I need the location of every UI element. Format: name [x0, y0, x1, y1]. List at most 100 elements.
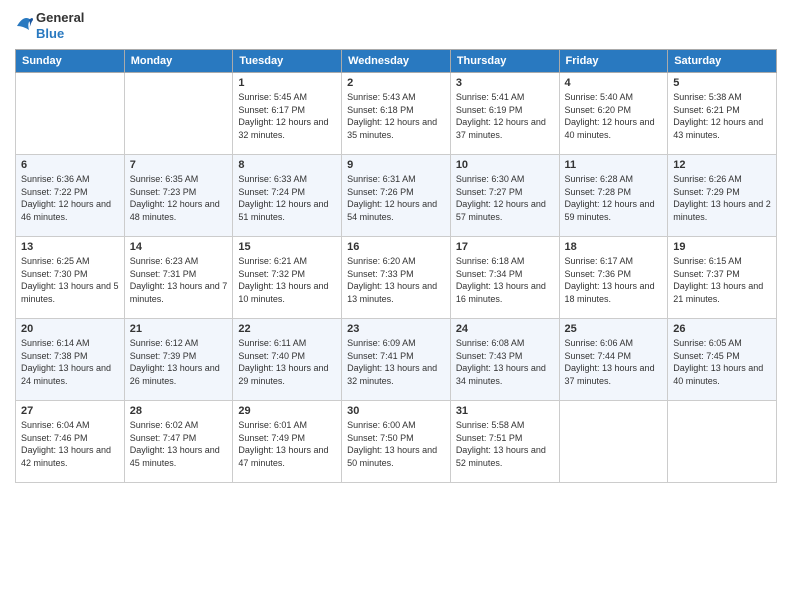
day-info: Sunrise: 6:30 AMSunset: 7:27 PMDaylight:… — [456, 173, 554, 223]
logo: General Blue — [15, 10, 84, 41]
calendar-cell: 3 Sunrise: 5:41 AMSunset: 6:19 PMDaylight… — [450, 73, 559, 155]
day-number: 24 — [456, 323, 554, 335]
logo-general: General — [36, 10, 84, 26]
calendar-table: SundayMondayTuesdayWednesdayThursdayFrid… — [15, 49, 777, 483]
day-number: 22 — [238, 323, 336, 335]
day-info: Sunrise: 6:26 AMSunset: 7:29 PMDaylight:… — [673, 173, 771, 223]
day-number: 5 — [673, 77, 771, 89]
day-info: Sunrise: 6:35 AMSunset: 7:23 PMDaylight:… — [130, 173, 228, 223]
calendar-cell: 16Sunrise: 6:20 AMSunset: 7:33 PMDayligh… — [342, 237, 451, 319]
logo-bird-icon — [15, 12, 33, 40]
day-number: 11 — [565, 159, 663, 171]
calendar-cell: 14 Sunrise: 6:23 AMSunset: 7:31 PMDayligh… — [124, 237, 233, 319]
calendar-cell: 5 Sunrise: 5:38 AMSunset: 6:21 PMDaylight… — [668, 73, 777, 155]
calendar-cell: 19 Sunrise: 6:15 AMSunset: 7:37 PMDayligh… — [668, 237, 777, 319]
header: General Blue — [15, 10, 777, 41]
day-number: 14 — [130, 241, 228, 253]
day-number: 18 — [565, 241, 663, 253]
day-info: Sunrise: 6:08 AMSunset: 7:43 PMDaylight:… — [456, 337, 554, 387]
day-number: 6 — [21, 159, 119, 171]
calendar-cell — [16, 73, 125, 155]
day-number: 9 — [347, 159, 445, 171]
calendar-cell: 18Sunrise: 6:17 AMSunset: 7:36 PMDayligh… — [559, 237, 668, 319]
calendar-week-3: 13Sunrise: 6:25 AMSunset: 7:30 PMDayligh… — [16, 237, 777, 319]
day-info: Sunrise: 6:06 AMSunset: 7:44 PMDaylight:… — [565, 337, 663, 387]
day-number: 17 — [456, 241, 554, 253]
day-number: 2 — [347, 77, 445, 89]
day-info: Sunrise: 6:01 AMSunset: 7:49 PMDaylight:… — [238, 419, 336, 469]
calendar-cell: 22 Sunrise: 6:11 AMSunset: 7:40 PMDayligh… — [233, 319, 342, 401]
calendar-cell: 30Sunrise: 6:00 AMSunset: 7:50 PMDayligh… — [342, 401, 451, 483]
day-info: Sunrise: 6:36 AMSunset: 7:22 PMDaylight:… — [21, 173, 119, 223]
day-number: 25 — [565, 323, 663, 335]
calendar-header-monday: Monday — [124, 50, 233, 73]
calendar-week-4: 20 Sunrise: 6:14 AMSunset: 7:38 PMDayligh… — [16, 319, 777, 401]
day-info: Sunrise: 6:31 AMSunset: 7:26 PMDaylight:… — [347, 173, 445, 223]
day-number: 4 — [565, 77, 663, 89]
calendar-header-friday: Friday — [559, 50, 668, 73]
day-info: Sunrise: 6:04 AMSunset: 7:46 PMDaylight:… — [21, 419, 119, 469]
calendar-header-saturday: Saturday — [668, 50, 777, 73]
calendar-cell: 26 Sunrise: 6:05 AMSunset: 7:45 PMDayligh… — [668, 319, 777, 401]
calendar-cell — [668, 401, 777, 483]
calendar-cell: 29 Sunrise: 6:01 AMSunset: 7:49 PMDayligh… — [233, 401, 342, 483]
day-info: Sunrise: 6:15 AMSunset: 7:37 PMDaylight:… — [673, 255, 771, 305]
day-info: Sunrise: 6:20 AMSunset: 7:33 PMDaylight:… — [347, 255, 445, 305]
calendar-cell: 27 Sunrise: 6:04 AMSunset: 7:46 PMDayligh… — [16, 401, 125, 483]
day-number: 13 — [21, 241, 119, 253]
calendar-cell: 10 Sunrise: 6:30 AMSunset: 7:27 PMDayligh… — [450, 155, 559, 237]
day-number: 7 — [130, 159, 228, 171]
calendar-header-sunday: Sunday — [16, 50, 125, 73]
day-number: 23 — [347, 323, 445, 335]
calendar-week-5: 27 Sunrise: 6:04 AMSunset: 7:46 PMDayligh… — [16, 401, 777, 483]
day-info: Sunrise: 6:11 AMSunset: 7:40 PMDaylight:… — [238, 337, 336, 387]
calendar-cell: 31Sunrise: 5:58 AMSunset: 7:51 PMDayligh… — [450, 401, 559, 483]
day-number: 12 — [673, 159, 771, 171]
day-info: Sunrise: 5:38 AMSunset: 6:21 PMDaylight:… — [673, 91, 771, 141]
calendar-cell: 20 Sunrise: 6:14 AMSunset: 7:38 PMDayligh… — [16, 319, 125, 401]
day-info: Sunrise: 6:33 AMSunset: 7:24 PMDaylight:… — [238, 173, 336, 223]
calendar-cell: 8 Sunrise: 6:33 AMSunset: 7:24 PMDaylight… — [233, 155, 342, 237]
calendar-cell: 1 Sunrise: 5:45 AMSunset: 6:17 PMDaylight… — [233, 73, 342, 155]
day-info: Sunrise: 6:28 AMSunset: 7:28 PMDaylight:… — [565, 173, 663, 223]
calendar-header-tuesday: Tuesday — [233, 50, 342, 73]
calendar-cell: 25 Sunrise: 6:06 AMSunset: 7:44 PMDayligh… — [559, 319, 668, 401]
calendar-header-row: SundayMondayTuesdayWednesdayThursdayFrid… — [16, 50, 777, 73]
day-info: Sunrise: 5:41 AMSunset: 6:19 PMDaylight:… — [456, 91, 554, 141]
calendar-cell: 21Sunrise: 6:12 AMSunset: 7:39 PMDayligh… — [124, 319, 233, 401]
calendar-cell: 28Sunrise: 6:02 AMSunset: 7:47 PMDayligh… — [124, 401, 233, 483]
day-number: 26 — [673, 323, 771, 335]
day-number: 31 — [456, 405, 554, 417]
day-info: Sunrise: 5:43 AMSunset: 6:18 PMDaylight:… — [347, 91, 445, 141]
day-info: Sunrise: 5:45 AMSunset: 6:17 PMDaylight:… — [238, 91, 336, 141]
day-info: Sunrise: 5:40 AMSunset: 6:20 PMDaylight:… — [565, 91, 663, 141]
day-info: Sunrise: 6:14 AMSunset: 7:38 PMDaylight:… — [21, 337, 119, 387]
day-info: Sunrise: 6:18 AMSunset: 7:34 PMDaylight:… — [456, 255, 554, 305]
calendar-week-2: 6 Sunrise: 6:36 AMSunset: 7:22 PMDaylight… — [16, 155, 777, 237]
page: General Blue SundayMondayTuesdayWednesda… — [0, 0, 792, 612]
day-number: 10 — [456, 159, 554, 171]
calendar-cell — [124, 73, 233, 155]
calendar-cell: 13Sunrise: 6:25 AMSunset: 7:30 PMDayligh… — [16, 237, 125, 319]
day-info: Sunrise: 6:05 AMSunset: 7:45 PMDaylight:… — [673, 337, 771, 387]
day-number: 8 — [238, 159, 336, 171]
day-number: 27 — [21, 405, 119, 417]
calendar-cell: 23 Sunrise: 6:09 AMSunset: 7:41 PMDayligh… — [342, 319, 451, 401]
day-number: 1 — [238, 77, 336, 89]
calendar-cell — [559, 401, 668, 483]
day-number: 29 — [238, 405, 336, 417]
calendar-header-thursday: Thursday — [450, 50, 559, 73]
calendar-cell: 7 Sunrise: 6:35 AMSunset: 7:23 PMDaylight… — [124, 155, 233, 237]
calendar-cell: 11 Sunrise: 6:28 AMSunset: 7:28 PMDayligh… — [559, 155, 668, 237]
day-info: Sunrise: 6:09 AMSunset: 7:41 PMDaylight:… — [347, 337, 445, 387]
day-number: 21 — [130, 323, 228, 335]
day-info: Sunrise: 6:23 AMSunset: 7:31 PMDaylight:… — [130, 255, 228, 305]
calendar-week-1: 1 Sunrise: 5:45 AMSunset: 6:17 PMDaylight… — [16, 73, 777, 155]
day-number: 20 — [21, 323, 119, 335]
day-number: 3 — [456, 77, 554, 89]
calendar-cell: 17 Sunrise: 6:18 AMSunset: 7:34 PMDayligh… — [450, 237, 559, 319]
day-info: Sunrise: 6:21 AMSunset: 7:32 PMDaylight:… — [238, 255, 336, 305]
day-number: 19 — [673, 241, 771, 253]
day-info: Sunrise: 6:02 AMSunset: 7:47 PMDaylight:… — [130, 419, 228, 469]
day-number: 30 — [347, 405, 445, 417]
